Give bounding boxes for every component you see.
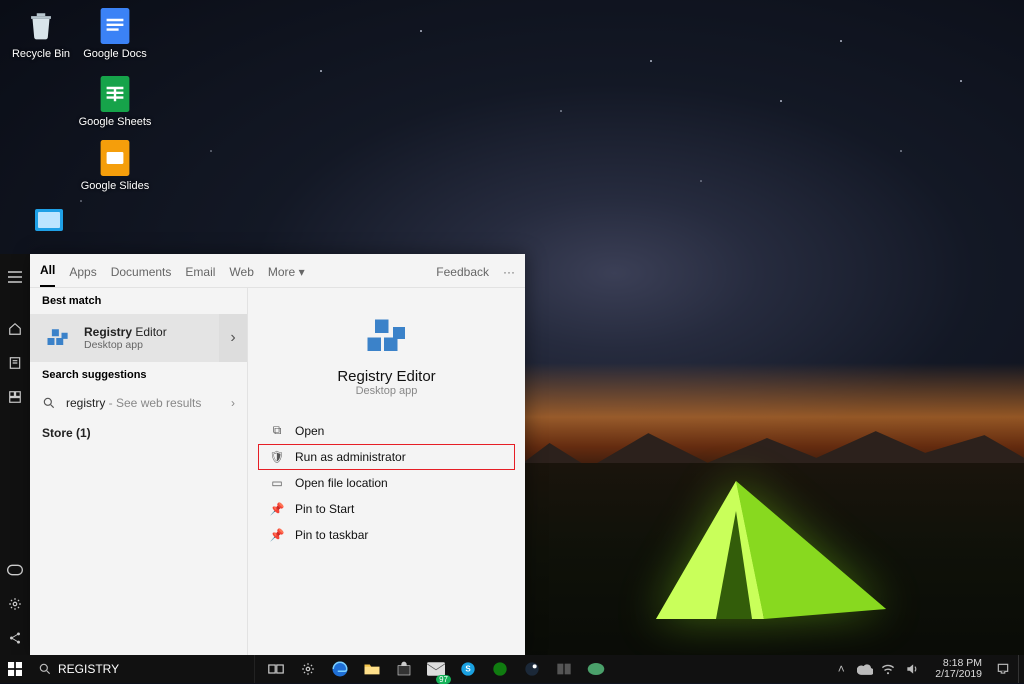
file-explorer-icon[interactable] <box>357 655 387 683</box>
registry-editor-icon <box>363 312 411 360</box>
show-desktop-button[interactable] <box>1018 655 1024 683</box>
app-icon-generic[interactable] <box>549 655 579 683</box>
suggestion-text: registry - See web results <box>66 396 201 410</box>
tab-email[interactable]: Email <box>185 265 215 287</box>
google-slides-icon <box>95 138 135 178</box>
pin-icon: 📌 <box>269 502 285 516</box>
task-view-icon[interactable] <box>261 655 291 683</box>
shield-icon: 🛡 <box>269 450 285 464</box>
app-icon-generic-2[interactable] <box>581 655 611 683</box>
taskbar-search[interactable] <box>30 655 255 683</box>
hamburger-icon[interactable] <box>0 260 30 294</box>
settings-gear-icon[interactable] <box>0 587 30 621</box>
open-icon: ⧉ <box>269 423 285 438</box>
search-suggestion[interactable]: registry - See web results › <box>30 388 247 418</box>
share-icon[interactable] <box>0 621 30 655</box>
action-run-as-administrator[interactable]: 🛡 Run as administrator <box>258 444 515 470</box>
network-icon[interactable] <box>881 663 897 675</box>
xbox-icon[interactable] <box>485 655 515 683</box>
pin-icon: 📌 <box>269 528 285 542</box>
taskbar: 97 S ˄ 8:18 PM 2/17/2019 <box>0 655 1024 683</box>
taskbar-search-input[interactable] <box>58 662 246 676</box>
google-sheets-icon <box>95 74 135 114</box>
desktop-icon-recycle-bin[interactable]: Recycle Bin <box>4 6 78 60</box>
tab-web[interactable]: Web <box>229 265 253 287</box>
tab-documents[interactable]: Documents <box>111 265 172 287</box>
onedrive-icon[interactable] <box>857 664 873 675</box>
recycle-bin-icon <box>21 6 61 46</box>
tab-all[interactable]: All <box>40 263 55 287</box>
google-docs-icon <box>95 6 135 46</box>
desktop-icon-label: Google Slides <box>81 180 150 192</box>
registry-editor-icon <box>42 322 74 354</box>
action-open-file-location[interactable]: ▭ Open file location <box>258 470 515 496</box>
search-icon <box>38 662 52 676</box>
system-tray: ˄ 8:18 PM 2/17/2019 <box>827 655 1018 683</box>
desktop-icon-google-slides[interactable]: Google Slides <box>78 138 152 192</box>
notes-icon[interactable] <box>0 346 30 380</box>
mail-icon[interactable]: 97 <box>421 655 451 683</box>
desktop-icon-google-sheets[interactable]: Google Sheets <box>78 74 152 128</box>
desktop-icon-google-docs[interactable]: Google Docs <box>78 6 152 60</box>
tray-overflow-icon[interactable]: ˄ <box>833 662 849 676</box>
best-match-subtitle: Desktop app <box>84 339 167 352</box>
chevron-right-icon[interactable]: › <box>219 314 247 362</box>
start-left-rail <box>0 254 30 655</box>
tab-feedback[interactable]: Feedback <box>436 265 489 287</box>
action-pin-to-taskbar[interactable]: 📌 Pin to taskbar <box>258 522 515 548</box>
notifications-icon[interactable] <box>996 662 1012 676</box>
games-icon[interactable] <box>0 553 30 587</box>
more-options-icon[interactable]: ··· <box>503 265 515 287</box>
result-hero-title: Registry Editor <box>337 368 435 385</box>
tab-more[interactable]: More ▾ <box>268 265 305 287</box>
start-button[interactable] <box>0 655 30 683</box>
clock-date: 2/17/2019 <box>935 669 982 680</box>
app-icon <box>29 200 69 240</box>
section-search-suggestions: Search suggestions <box>30 362 247 388</box>
desktop-icon-generic[interactable] <box>12 200 86 240</box>
result-actions: ⧉ Open 🛡 Run as administrator ▭ Open fil… <box>248 409 525 556</box>
chevron-down-icon: ▾ <box>299 265 305 279</box>
action-open[interactable]: ⧉ Open <box>258 417 515 444</box>
chevron-right-icon: › <box>231 396 235 410</box>
result-hero: Registry Editor Desktop app <box>248 288 525 409</box>
svg-text:S: S <box>465 665 471 674</box>
search-icon <box>42 396 56 410</box>
section-store[interactable]: Store (1) <box>30 418 247 448</box>
taskbar-apps: 97 S <box>255 655 611 683</box>
taskbar-clock[interactable]: 8:18 PM 2/17/2019 <box>929 656 988 682</box>
action-pin-to-start[interactable]: 📌 Pin to Start <box>258 496 515 522</box>
settings-icon[interactable] <box>293 655 323 683</box>
best-match-result[interactable]: Registry Editor Desktop app › <box>30 314 247 362</box>
edge-browser-icon[interactable] <box>325 655 355 683</box>
tab-apps[interactable]: Apps <box>69 265 96 287</box>
desktop-icons: Recycle Bin Google Docs Google Sheets Go… <box>4 4 152 200</box>
result-hero-subtitle: Desktop app <box>356 385 418 397</box>
dashboard-icon[interactable] <box>0 380 30 414</box>
search-tabs: All Apps Documents Email Web More ▾ Feed… <box>30 254 525 288</box>
start-search-panel: All Apps Documents Email Web More ▾ Feed… <box>30 254 525 655</box>
home-icon[interactable] <box>0 312 30 346</box>
store-icon[interactable] <box>389 655 419 683</box>
desktop-icon-label: Google Docs <box>83 48 147 60</box>
section-best-match: Best match <box>30 288 247 314</box>
steam-icon[interactable] <box>517 655 547 683</box>
desktop-icon-label: Recycle Bin <box>12 48 70 60</box>
desktop-icon-label: Google Sheets <box>79 116 152 128</box>
folder-icon: ▭ <box>269 476 285 490</box>
skype-icon[interactable]: S <box>453 655 483 683</box>
volume-icon[interactable] <box>905 662 921 676</box>
best-match-title: Registry Editor Desktop app <box>84 325 167 352</box>
